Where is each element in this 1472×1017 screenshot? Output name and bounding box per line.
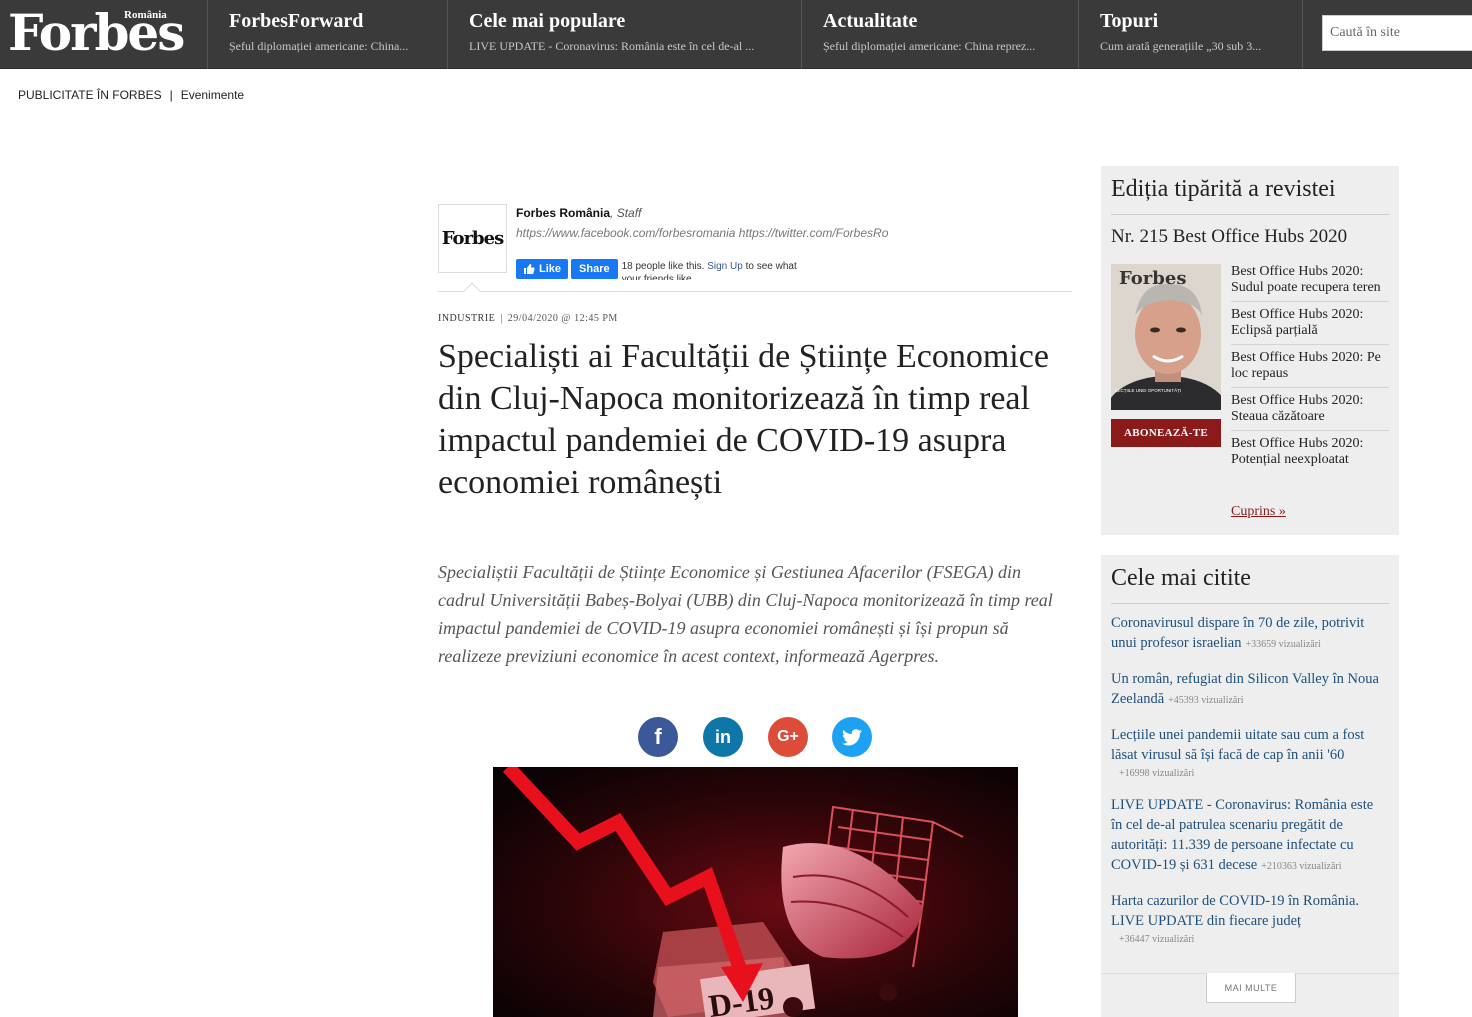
author-avatar[interactable]: Forbes	[438, 204, 507, 273]
issue-article-link[interactable]: Best Office Hubs 2020: Eclipsă parțială	[1231, 307, 1389, 345]
divider	[1111, 603, 1389, 604]
fb-like-count: 18 people like this. Sign Up to see what…	[622, 260, 802, 280]
fb-share-button[interactable]: Share	[571, 259, 618, 279]
nav-title: Actualitate	[823, 10, 918, 32]
view-count: +210363 vizualizări	[1261, 861, 1342, 872]
most-read-item[interactable]: LIVE UPDATE - Coronavirus: România este …	[1111, 795, 1381, 877]
view-count: +45393 vizualizări	[1168, 695, 1244, 706]
facebook-icon: f	[654, 724, 662, 749]
fb-like-button[interactable]: Like	[516, 259, 569, 279]
issue-article-link[interactable]: Best Office Hubs 2020: Pe loc repaus	[1231, 350, 1389, 388]
hero-illustration: D-19	[493, 767, 1018, 1017]
nav-item-topuri[interactable]: Topuri Cum arată generațiile „30 sub 3..…	[1078, 0, 1302, 69]
magazine-cover[interactable]: Forbes LECȚIILE UNEI OPORTUNITĂȚI	[1111, 264, 1221, 410]
article-category[interactable]: INDUSTRIE	[438, 313, 495, 324]
cover-illustration: Forbes LECȚIILE UNEI OPORTUNITĂȚI	[1111, 264, 1221, 410]
share-linkedin-button[interactable]: in	[703, 717, 743, 757]
most-read-item[interactable]: Coronavirusul dispare în 70 de zile, pot…	[1111, 613, 1381, 655]
author-box: Forbes Forbes România, Staff https://www…	[438, 204, 1072, 300]
most-read-item[interactable]: Harta cazurilor de COVID-19 în România. …	[1111, 891, 1381, 947]
caret-decoration	[463, 282, 481, 300]
share-facebook-button[interactable]: f	[638, 717, 678, 757]
share-googleplus-button[interactable]: G+	[768, 717, 808, 757]
cover-caption: LECȚIILE UNEI OPORTUNITĂȚI	[1115, 387, 1181, 393]
nav-subtitle: LIVE UPDATE - Coronavirus: România este …	[469, 39, 755, 53]
contents-link[interactable]: Cuprins »	[1231, 504, 1286, 520]
nav-item-forbesforward[interactable]: ForbesForward Șeful diplomației american…	[207, 0, 447, 69]
most-read-title: Cele mai citite	[1111, 565, 1251, 591]
view-count: +36447 vizualizări	[1119, 934, 1195, 945]
nav-subtitle: Șeful diplomației americane: China...	[229, 39, 409, 53]
author-name[interactable]: Forbes România	[516, 206, 610, 220]
events-link[interactable]: Evenimente	[181, 88, 244, 102]
subscribe-button[interactable]: ABONEAZĂ-TE	[1111, 419, 1221, 447]
nav-item-popular[interactable]: Cele mai populare LIVE UPDATE - Coronavi…	[447, 0, 801, 69]
facebook-widget: Like Share 18 people like this. Sign Up …	[516, 259, 802, 280]
issue-article-link[interactable]: Best Office Hubs 2020: Potențial neexplo…	[1231, 436, 1389, 473]
cover-logo: Forbes	[1119, 268, 1186, 289]
issue-articles-list: Best Office Hubs 2020: Sudul poate recup…	[1231, 264, 1389, 478]
fb-like-label: Like	[539, 263, 562, 275]
author-social-links[interactable]: https://www.facebook.com/forbesromania h…	[516, 226, 888, 240]
nav-item-actualitate[interactable]: Actualitate Șeful diplomației americane:…	[801, 0, 1078, 69]
view-count: +16998 vizualizări	[1119, 768, 1195, 779]
most-read-link[interactable]: Coronavirusul dispare în 70 de zile, pot…	[1111, 615, 1364, 651]
linkedin-icon: in	[715, 726, 731, 747]
view-count: +33659 vizualizări	[1245, 639, 1321, 650]
divider	[1111, 214, 1389, 215]
top-navigation-bar: Forbes România ForbesForward Șeful diplo…	[0, 0, 1472, 69]
fb-count-text: 18 people like this.	[621, 261, 705, 272]
share-twitter-button[interactable]	[832, 717, 872, 757]
advertising-link[interactable]: PUBLICITATE ÎN FORBES	[18, 88, 162, 102]
nav-subtitle: Șeful diplomației americane: China repre…	[823, 39, 1036, 53]
issue-title[interactable]: Nr. 215 Best Office Hubs 2020	[1111, 226, 1347, 248]
nav-title: ForbesForward	[229, 10, 364, 32]
issue-article-link[interactable]: Best Office Hubs 2020: Steaua căzătoare	[1231, 393, 1389, 431]
most-read-link[interactable]: Un român, refugiat din Silicon Valley în…	[1111, 671, 1379, 707]
author-byline: Forbes România, Staff	[516, 206, 641, 220]
nav-title: Cele mai populare	[469, 10, 626, 32]
googleplus-icon: G+	[777, 728, 799, 745]
most-read-list: Coronavirusul dispare în 70 de zile, pot…	[1111, 613, 1381, 961]
most-read-item[interactable]: Lecțiile unei pandemii uitate sau cum a …	[1111, 725, 1381, 781]
article-meta: INDUSTRIE | 29/04/2020 @ 12:45 PM	[438, 313, 618, 324]
author-role: , Staff	[610, 206, 642, 220]
twitter-icon	[842, 728, 862, 745]
thumbs-up-icon	[524, 264, 535, 274]
more-button[interactable]: MAI MULTE	[1206, 973, 1296, 1003]
nav-subtitle: Cum arată generațiile „30 sub 3...	[1100, 39, 1262, 53]
forbes-logo[interactable]: Forbes România	[0, 0, 207, 69]
article-lede: Specialiștii Facultății de Științe Econo…	[438, 562, 1053, 666]
fb-signup-link[interactable]: Sign Up	[707, 261, 743, 272]
most-read-link[interactable]: Lecțiile unei pandemii uitate sau cum a …	[1111, 727, 1364, 763]
search-box	[1322, 15, 1472, 51]
subnav-separator: |	[169, 88, 173, 102]
print-edition-widget: Ediția tipărită a revistei Nr. 215 Best …	[1101, 166, 1399, 535]
search-input[interactable]	[1323, 16, 1472, 50]
meta-separator: |	[500, 313, 503, 324]
most-read-widget: Cele mai citite Coronavirusul dispare în…	[1101, 555, 1399, 1017]
article-date: 29/04/2020 @ 12:45 PM	[507, 313, 618, 324]
nav-title: Topuri	[1100, 10, 1159, 32]
secondary-nav: PUBLICITATE ÎN FORBES | Evenimente	[18, 88, 244, 102]
article-headline: Specialiști ai Facultății de Științe Eco…	[438, 338, 1049, 501]
most-read-link[interactable]: Harta cazurilor de COVID-19 în România. …	[1111, 893, 1359, 929]
article-hero-image: D-19	[493, 767, 1018, 1017]
most-read-item[interactable]: Un român, refugiat din Silicon Valley în…	[1111, 669, 1381, 711]
print-edition-title: Ediția tipărită a revistei	[1111, 176, 1336, 202]
logo-country: România	[124, 9, 167, 21]
issue-article-link[interactable]: Best Office Hubs 2020: Sudul poate recup…	[1231, 264, 1389, 302]
